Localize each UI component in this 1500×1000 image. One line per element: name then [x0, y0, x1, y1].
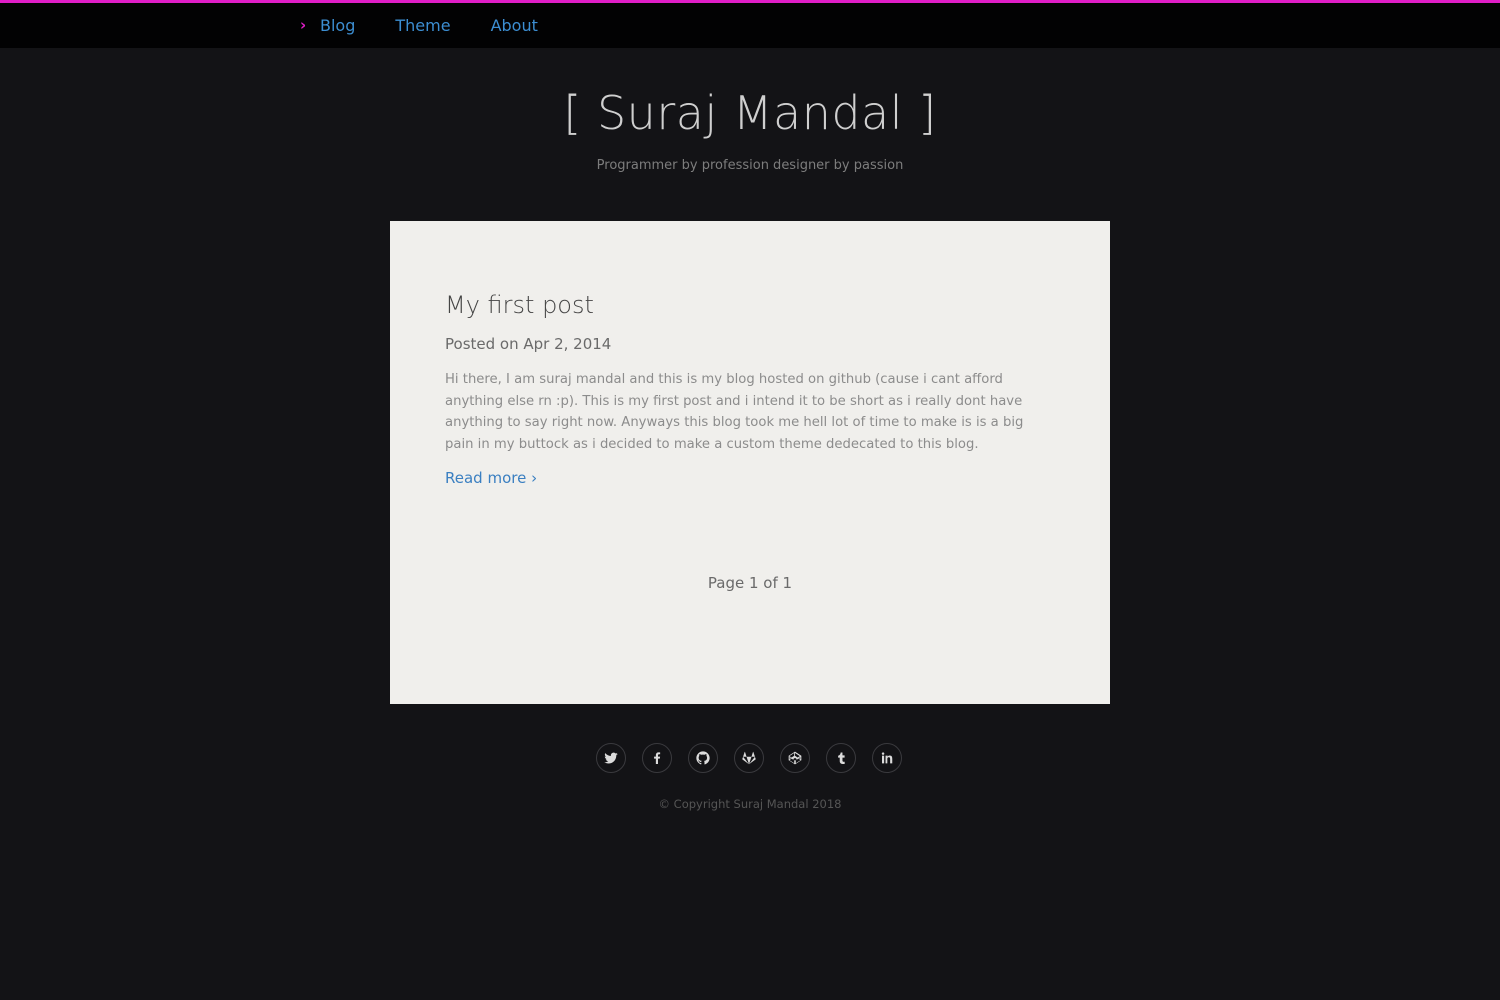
codepen-icon[interactable]	[780, 743, 810, 773]
main-nav: › Blog Theme About	[300, 3, 578, 48]
post-excerpt: Hi there, I am suraj mandal and this is …	[445, 372, 1024, 452]
nav-item-label: Blog	[320, 16, 356, 35]
copyright: © Copyright Suraj Mandal 2018	[658, 797, 842, 811]
twitter-icon[interactable]	[596, 743, 626, 773]
facebook-icon[interactable]	[642, 743, 672, 773]
top-navbar: › Blog Theme About	[0, 0, 1500, 48]
chevron-right-icon: ›	[300, 16, 307, 34]
nav-item-label: About	[490, 16, 538, 35]
social-links	[596, 743, 902, 773]
read-more-link[interactable]: Read more ›	[445, 469, 537, 487]
post-date: Posted on Apr 2, 2014	[445, 335, 612, 353]
post-card: My first post Posted on Apr 2, 2014 Hi t…	[390, 221, 1110, 704]
nav-item-label: Theme	[395, 16, 451, 35]
linkedin-icon[interactable]	[872, 743, 902, 773]
tumblr-icon[interactable]	[826, 743, 856, 773]
post-title[interactable]: My first post	[445, 291, 594, 319]
gitlab-icon[interactable]	[734, 743, 764, 773]
nav-item-about[interactable]: About	[491, 16, 538, 35]
site-subtitle: Programmer by profession designer by pas…	[596, 158, 904, 173]
nav-item-theme[interactable]: Theme	[395, 16, 450, 35]
github-icon[interactable]	[688, 743, 718, 773]
site-title: [ Suraj Mandal ]	[563, 86, 937, 140]
nav-item-blog[interactable]: › Blog	[300, 16, 355, 35]
pagination-status: Page 1 of 1	[707, 574, 793, 592]
